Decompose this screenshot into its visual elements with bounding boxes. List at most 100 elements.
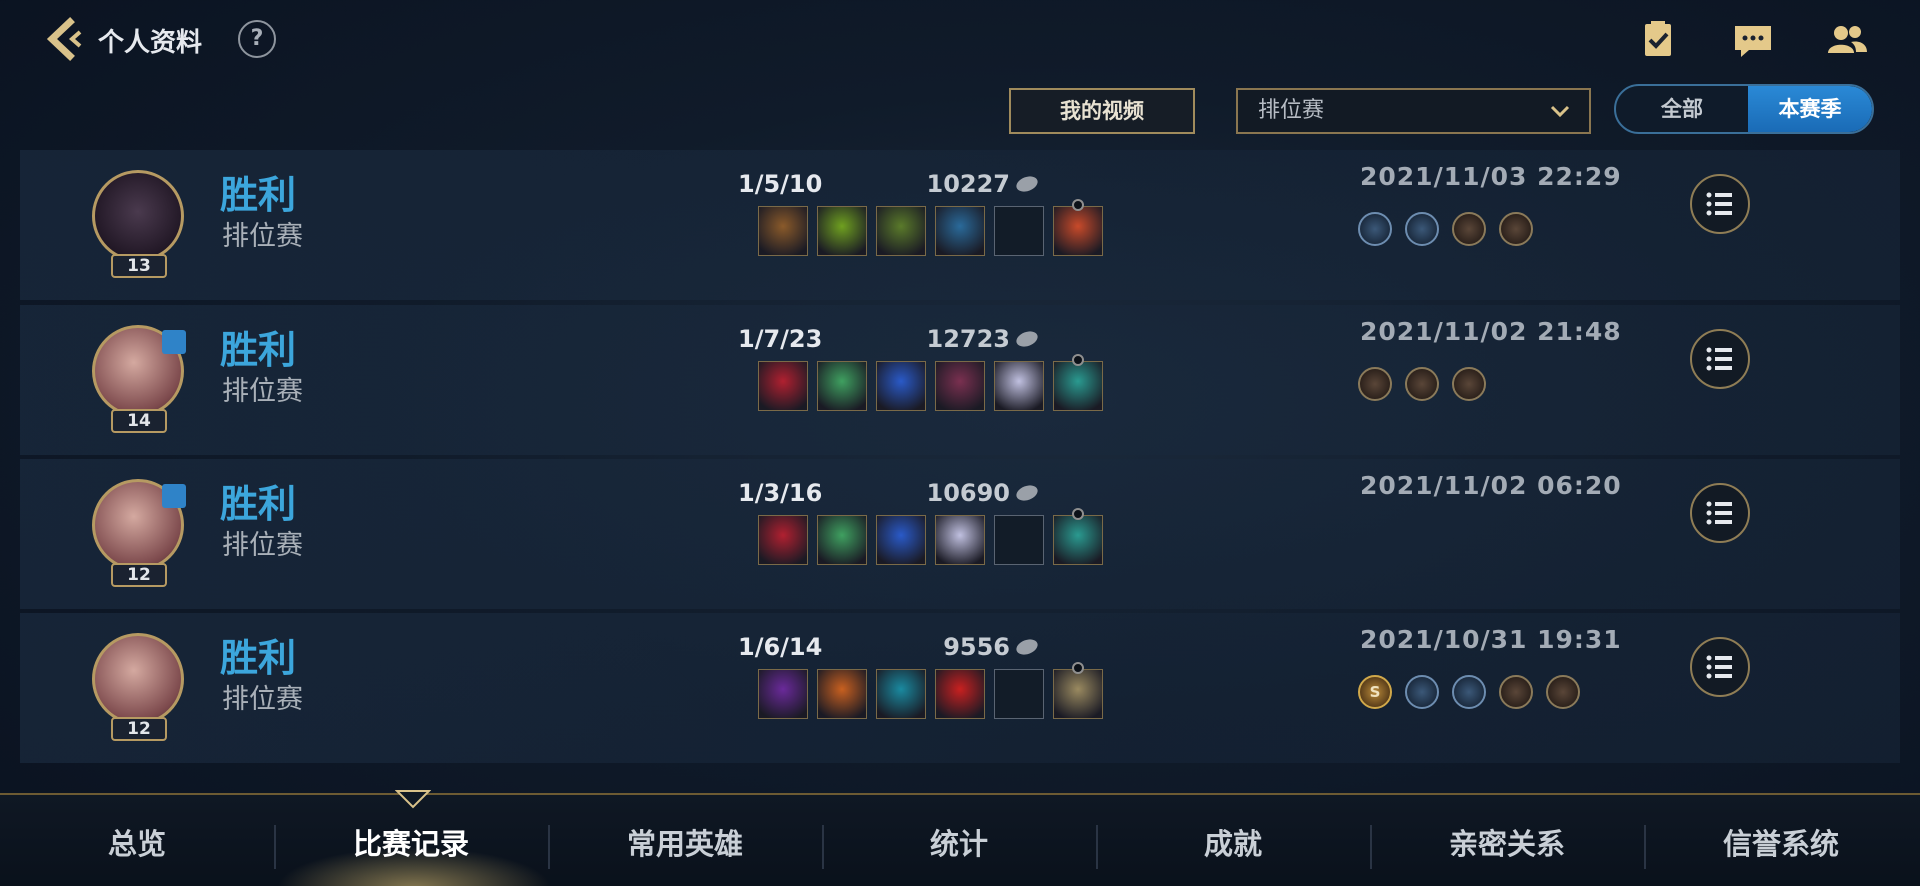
item-slot[interactable] xyxy=(876,515,926,565)
match-datetime: 2021/11/02 06:20 xyxy=(1360,471,1622,500)
item-slot[interactable] xyxy=(876,361,926,411)
nav-tab[interactable]: 成就 xyxy=(1096,821,1370,863)
list-icon xyxy=(1706,655,1732,679)
active-tab-marker-icon xyxy=(395,790,431,809)
achievement-medal-icon[interactable] xyxy=(1452,367,1486,401)
back-button[interactable] xyxy=(40,16,86,62)
trinket-indicator-icon xyxy=(1072,354,1084,366)
item-slot[interactable] xyxy=(758,669,808,719)
item-slot[interactable] xyxy=(758,515,808,565)
trinket-indicator-icon xyxy=(1072,508,1084,520)
trinket-indicator-icon xyxy=(1072,199,1084,211)
nav-tab[interactable]: 比赛记录 xyxy=(274,821,548,863)
match-datetime: 2021/11/02 21:48 xyxy=(1360,317,1622,346)
item-slot[interactable] xyxy=(817,206,867,256)
friends-icon[interactable] xyxy=(1825,18,1869,62)
achievement-medal-icon[interactable] xyxy=(1499,212,1533,246)
toggle-this-season[interactable]: 本赛季 xyxy=(1748,86,1872,132)
nav-tab[interactable]: 亲密关系 xyxy=(1370,821,1644,863)
match-detail-button[interactable] xyxy=(1690,329,1750,389)
champion-level-badge: 14 xyxy=(111,409,167,433)
nav-divider xyxy=(1370,825,1372,869)
party-icon xyxy=(162,484,186,508)
trinket-slot[interactable] xyxy=(1053,515,1103,565)
help-button[interactable]: ? xyxy=(238,20,276,58)
item-slot[interactable] xyxy=(935,515,985,565)
item-slot[interactable] xyxy=(876,206,926,256)
trinket-slot[interactable] xyxy=(1053,361,1103,411)
champion-avatar xyxy=(92,170,184,262)
match-row[interactable]: 14 胜利 排位赛 1/7/23 12723 2021/11/02 21:48 xyxy=(20,305,1900,455)
game-mode-select[interactable]: 排位赛 xyxy=(1236,88,1591,134)
gold-icon xyxy=(1014,173,1040,195)
page-title: 个人资料 xyxy=(98,28,203,58)
my-videos-button[interactable]: 我的视频 xyxy=(1009,88,1195,134)
item-slot[interactable] xyxy=(876,669,926,719)
item-slot[interactable] xyxy=(935,361,985,411)
item-slot[interactable] xyxy=(994,515,1044,565)
achievement-medal-icon[interactable] xyxy=(1405,212,1439,246)
nav-tab[interactable]: 常用英雄 xyxy=(548,821,822,863)
nav-divider xyxy=(274,825,276,869)
party-icon xyxy=(162,330,186,354)
achievement-medal-icon[interactable] xyxy=(1358,367,1392,401)
gold-earned: 10690 xyxy=(926,479,1011,507)
item-slot[interactable] xyxy=(994,669,1044,719)
achievement-medal-icon[interactable] xyxy=(1452,212,1486,246)
match-detail-button[interactable] xyxy=(1690,637,1750,697)
nav-divider xyxy=(1644,825,1646,869)
match-mode: 排位赛 xyxy=(222,376,303,407)
item-slot[interactable] xyxy=(817,669,867,719)
item-slot[interactable] xyxy=(817,515,867,565)
trinket-slot[interactable] xyxy=(1053,669,1103,719)
item-slot[interactable] xyxy=(994,361,1044,411)
season-toggle[interactable]: 全部 本赛季 xyxy=(1614,84,1874,134)
missions-icon[interactable] xyxy=(1636,18,1680,62)
chevron-down-icon xyxy=(1550,105,1570,118)
gold-icon xyxy=(1014,328,1040,350)
item-slot[interactable] xyxy=(935,669,985,719)
achievement-medal-icon[interactable] xyxy=(1405,367,1439,401)
item-slot[interactable] xyxy=(758,206,808,256)
item-slot[interactable] xyxy=(758,361,808,411)
nav-tab[interactable]: 信誉系统 xyxy=(1644,821,1918,863)
game-mode-select-value: 排位赛 xyxy=(1258,98,1325,123)
match-result: 胜利 xyxy=(220,482,297,526)
gold-icon xyxy=(1014,482,1040,504)
achievement-medal-icon[interactable] xyxy=(1546,675,1580,709)
achievement-medal-icon[interactable] xyxy=(1405,675,1439,709)
nav-tab[interactable]: 总览 xyxy=(0,821,274,863)
kda: 1/5/10 xyxy=(738,170,823,198)
chat-icon[interactable] xyxy=(1731,18,1775,62)
kda: 1/6/14 xyxy=(738,633,823,661)
trinket-slot[interactable] xyxy=(1053,206,1103,256)
item-slot[interactable] xyxy=(817,361,867,411)
match-result: 胜利 xyxy=(220,636,297,680)
match-detail-button[interactable] xyxy=(1690,174,1750,234)
achievement-medal-icon[interactable] xyxy=(1499,675,1533,709)
match-row[interactable]: 12 胜利 排位赛 1/3/16 10690 2021/11/02 06:20 xyxy=(20,459,1900,609)
achievement-medal-icon[interactable]: S xyxy=(1358,675,1392,709)
achievement-medal-icon[interactable] xyxy=(1358,212,1392,246)
item-slot[interactable] xyxy=(994,206,1044,256)
champion-level-badge: 13 xyxy=(111,254,167,278)
bottom-nav: 总览 比赛记录 常用英雄 统计 成就 亲密关系 信誉系统 xyxy=(0,790,1920,886)
match-result: 胜利 xyxy=(220,328,297,372)
list-icon xyxy=(1706,192,1732,216)
match-row[interactable]: 13 胜利 排位赛 1/5/10 10227 2021/11/03 22:29 xyxy=(20,150,1900,300)
toggle-all[interactable]: 全部 xyxy=(1616,86,1748,132)
item-slot[interactable] xyxy=(935,206,985,256)
match-datetime: 2021/11/03 22:29 xyxy=(1360,162,1622,191)
list-icon xyxy=(1706,501,1732,525)
match-row[interactable]: 12 胜利 排位赛 1/6/14 9556 2021/10/31 19:31 S xyxy=(20,613,1900,763)
match-detail-button[interactable] xyxy=(1690,483,1750,543)
nav-tab[interactable]: 统计 xyxy=(822,821,1096,863)
champion-avatar xyxy=(92,633,184,725)
achievement-medal-icon[interactable] xyxy=(1452,675,1486,709)
match-result: 胜利 xyxy=(220,173,297,217)
top-bar: 个人资料 ? xyxy=(0,0,1920,80)
kda: 1/3/16 xyxy=(738,479,823,507)
nav-divider xyxy=(1096,825,1098,869)
gold-earned: 12723 xyxy=(926,325,1011,353)
match-mode: 排位赛 xyxy=(222,530,303,561)
